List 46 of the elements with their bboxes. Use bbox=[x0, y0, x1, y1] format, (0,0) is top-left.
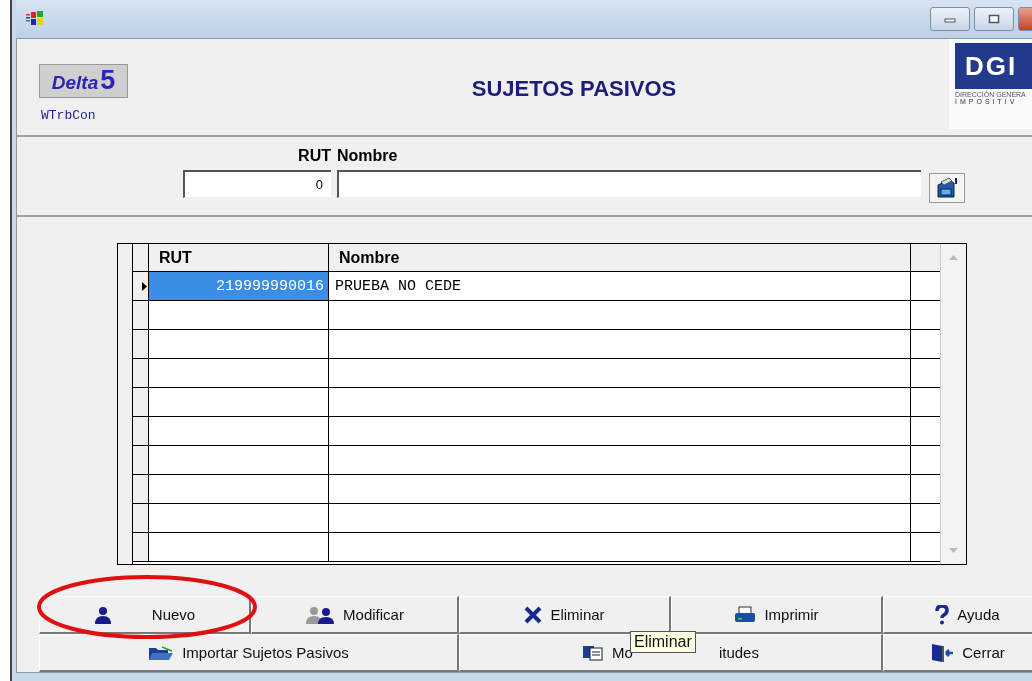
field-label: RUT bbox=[298, 147, 331, 165]
row-header[interactable] bbox=[133, 359, 149, 387]
app-logo: Delta5 bbox=[39, 64, 128, 98]
row-header[interactable] bbox=[133, 301, 149, 329]
documents-icon bbox=[582, 644, 605, 661]
column-header[interactable]: Nombre bbox=[329, 244, 911, 271]
action-button[interactable]: Importar Sujetos Pasivos bbox=[39, 634, 459, 672]
cabinet-icon bbox=[935, 177, 959, 199]
row-pointer-icon bbox=[142, 281, 147, 291]
tooltip: Eliminar bbox=[630, 631, 696, 653]
printer-icon bbox=[734, 605, 757, 624]
column-header[interactable]: RUT bbox=[149, 244, 329, 271]
rut-field[interactable]: 0 bbox=[183, 170, 331, 198]
row-header[interactable] bbox=[133, 475, 149, 503]
search-button[interactable] bbox=[929, 173, 965, 203]
minimize-icon bbox=[944, 15, 956, 23]
action-button[interactable]: Eliminar bbox=[459, 596, 671, 634]
row-header[interactable] bbox=[133, 446, 149, 474]
form-title: SUJETOS PASIVOS bbox=[470, 75, 678, 102]
action-button[interactable]: Nuevo bbox=[39, 596, 251, 634]
question-mark-icon bbox=[935, 604, 950, 625]
row-header[interactable] bbox=[133, 417, 149, 445]
action-button[interactable]: Modificar bbox=[251, 596, 459, 634]
form-code: WTrbCon bbox=[41, 108, 97, 123]
row-header[interactable] bbox=[133, 330, 149, 358]
windows-flag-icon bbox=[26, 11, 44, 27]
scroll-up-icon bbox=[949, 254, 958, 260]
table-cell[interactable]: PRUEBA NO CEDE bbox=[329, 272, 911, 300]
action-button[interactable]: Ayuda bbox=[883, 596, 1032, 634]
scroll-down-icon bbox=[949, 548, 958, 554]
door-exit-icon bbox=[930, 642, 955, 663]
row-header[interactable] bbox=[133, 272, 149, 300]
row-header[interactable] bbox=[133, 504, 149, 532]
scrollbar[interactable] bbox=[940, 244, 966, 564]
person-icon bbox=[93, 605, 112, 624]
people-icon bbox=[305, 605, 336, 624]
maximize-icon bbox=[988, 14, 1000, 24]
field-label: Nombre bbox=[337, 147, 399, 165]
maximize-button[interactable] bbox=[974, 7, 1014, 31]
row-header[interactable] bbox=[133, 388, 149, 416]
action-button[interactable]: Cerrar bbox=[883, 634, 1032, 672]
row-header[interactable] bbox=[133, 533, 149, 561]
action-button[interactable]: Imprimir bbox=[671, 596, 883, 634]
name-field[interactable] bbox=[337, 170, 921, 198]
cross-icon bbox=[524, 605, 543, 624]
folder-icon bbox=[148, 644, 175, 661]
